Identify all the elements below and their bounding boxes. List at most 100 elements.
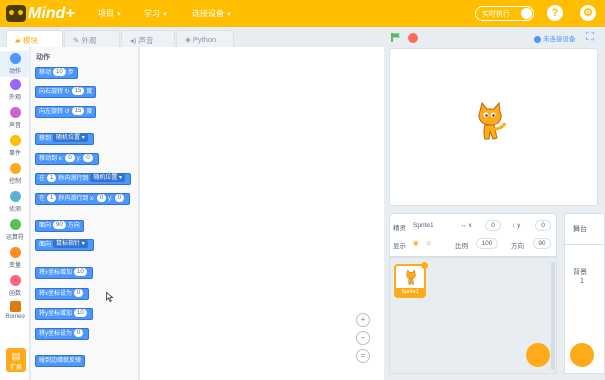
block-change-x[interactable]: 将x坐标增加 10 (35, 267, 93, 279)
code-workspace[interactable] (140, 47, 384, 380)
category-color-dot (9, 275, 21, 286)
category-operators[interactable]: 运算符 (0, 219, 30, 241)
block-text: y: (76, 156, 82, 162)
block-input[interactable]: 0 (74, 289, 84, 297)
tab-python[interactable]: ◈ Python (176, 30, 234, 47)
block-input[interactable]: 0 (65, 154, 75, 162)
zoom-reset-icon[interactable]: = (356, 349, 370, 363)
tab-sounds[interactable]: ◂) 声音 (121, 30, 175, 47)
menu-learn[interactable]: 学习 ▼ (144, 8, 168, 19)
category-sensing[interactable]: 侦测 (0, 191, 30, 213)
direction-input[interactable]: 90 (533, 238, 551, 249)
block-input[interactable]: 10 (74, 268, 87, 276)
tab-blocks[interactable]: ▰ 模块 (6, 30, 63, 47)
block-text: 将x坐标设为 (39, 291, 73, 297)
block-glide[interactable]: 在 1 秒内滑行到 随机位置 ▾ (35, 173, 132, 185)
category-romeo[interactable]: Romeo (0, 301, 30, 320)
stage-panel-title: 舞台 (573, 226, 587, 233)
block-text: 向左旋转 ↺ (39, 109, 70, 115)
block-goto-xy[interactable]: 移动到 x: 0 y: 0 (35, 153, 99, 165)
sprite-list-scrollbar[interactable] (551, 262, 555, 370)
zoom-in-icon[interactable]: + (356, 313, 370, 327)
realtime-toggle[interactable]: 实时执行 (475, 6, 534, 21)
tab-python-label: Python (192, 35, 217, 44)
fullscreen-icon[interactable]: ⛶ (586, 31, 594, 44)
chevron-down-icon: ▼ (226, 12, 232, 18)
category-variables[interactable]: 变量 (0, 247, 30, 269)
block-set-x[interactable]: 将x坐标设为 0 (35, 288, 90, 300)
block-input[interactable]: 15 (71, 87, 85, 95)
category-functions-label: 函数 (8, 291, 21, 297)
block-point-towards[interactable]: 面向 鼠标指针 ▾ (35, 239, 94, 251)
block-move-steps[interactable]: 移动 10 步 (35, 67, 78, 79)
category-color-dot (9, 247, 21, 258)
block-set-y[interactable]: 将y坐标设为 0 (35, 328, 90, 340)
block-input[interactable]: 0 (96, 194, 107, 202)
block-input[interactable]: 10 (74, 309, 87, 317)
hide-eye-icon[interactable]: ⊘ (426, 239, 431, 247)
block-glide-xy[interactable]: 在 1 秒内滑行到 x: 0 y: 0 (35, 193, 131, 205)
block-dropdown[interactable]: 随机位置 ▾ (90, 174, 126, 182)
stop-icon[interactable] (408, 33, 418, 43)
block-input[interactable]: 1 (47, 194, 57, 202)
zoom-out-icon[interactable]: − (356, 331, 370, 345)
category-looks[interactable]: 外观 (0, 79, 30, 101)
block-input[interactable]: 0 (83, 154, 93, 162)
block-text: 面向 (39, 223, 52, 229)
block-turn-right[interactable]: 向右旋转 ↻ 15 度 (35, 86, 97, 98)
category-operators-label: 运算符 (5, 235, 24, 241)
menu-connect-device-label: 连接设备 (192, 9, 224, 18)
block-input[interactable]: 15 (71, 107, 85, 115)
block-change-y[interactable]: 将y坐标增加 10 (35, 308, 93, 320)
category-looks-label: 外观 (8, 95, 21, 101)
extension-icon: ▤ (11, 351, 21, 361)
help-icon[interactable]: ? (547, 5, 563, 21)
category-sound[interactable]: 声音 (0, 107, 30, 129)
connection-status[interactable]: 未连接设备 (534, 33, 576, 43)
add-backdrop-button[interactable] (570, 343, 594, 367)
block-text: 移动 (39, 70, 52, 76)
category-events[interactable]: 事件 (0, 135, 30, 157)
green-flag-icon[interactable] (391, 33, 401, 42)
block-input[interactable]: 90 (53, 221, 66, 229)
block-text: 将y坐标增加 (39, 311, 73, 317)
add-sprite-button[interactable] (526, 343, 550, 367)
show-eye-icon[interactable]: ◉ (413, 239, 419, 247)
sprite-thumbnail[interactable]: Sprite1 (394, 262, 428, 298)
connection-status-label: 未连接设备 (543, 36, 576, 43)
category-events-label: 事件 (8, 151, 21, 157)
block-input[interactable]: 10 (53, 68, 66, 76)
delete-sprite-icon[interactable] (421, 262, 428, 269)
block-input[interactable]: 1 (47, 174, 57, 182)
tab-costumes[interactable]: ✎ 外观 (64, 30, 120, 47)
category-control[interactable]: 控制 (0, 163, 30, 185)
sprite-name-field[interactable]: Sprite1 (413, 222, 434, 229)
block-dropdown[interactable]: 随机位置 ▾ (53, 134, 88, 142)
tab-costumes-label: 外观 (81, 36, 97, 45)
menu-project[interactable]: 项目 ▼ (98, 8, 122, 19)
block-goto[interactable]: 移到 随机位置 ▾ (35, 133, 94, 145)
extensions-label: 扩展 (9, 365, 22, 371)
chevron-down-icon: ▼ (116, 12, 122, 18)
block-input[interactable]: 0 (114, 194, 125, 202)
extensions-button[interactable]: ▤ 扩展 (6, 348, 26, 372)
size-input[interactable]: 100 (476, 238, 498, 249)
block-dropdown[interactable]: 鼠标指针 ▾ (53, 240, 88, 248)
menu-project-label: 项目 (98, 9, 114, 18)
block-point-direction[interactable]: 面向 90 方向 (35, 220, 84, 232)
block-turn-left[interactable]: 向左旋转 ↺ 15 度 (35, 106, 97, 118)
block-bounce[interactable]: 碰到边缘就反弹 (35, 355, 86, 367)
block-input[interactable]: 0 (74, 329, 84, 337)
menu-connect-device[interactable]: 连接设备 ▼ (192, 8, 232, 19)
cat-sprite-icon[interactable] (472, 101, 508, 145)
x-position-input[interactable]: 0 (485, 220, 501, 231)
settings-gear-icon[interactable]: ⚙ (580, 5, 596, 21)
python-icon: ◈ (185, 35, 193, 44)
block-text: 秒内滑行到 x: (58, 196, 95, 202)
category-functions[interactable]: 函数 (0, 275, 30, 297)
show-label: 显示 (393, 243, 406, 250)
y-position-input[interactable]: 0 (535, 220, 551, 231)
block-text: y: (108, 196, 113, 202)
category-motion[interactable]: 动作 (0, 51, 30, 77)
block-text: 将y坐标设为 (39, 331, 73, 337)
